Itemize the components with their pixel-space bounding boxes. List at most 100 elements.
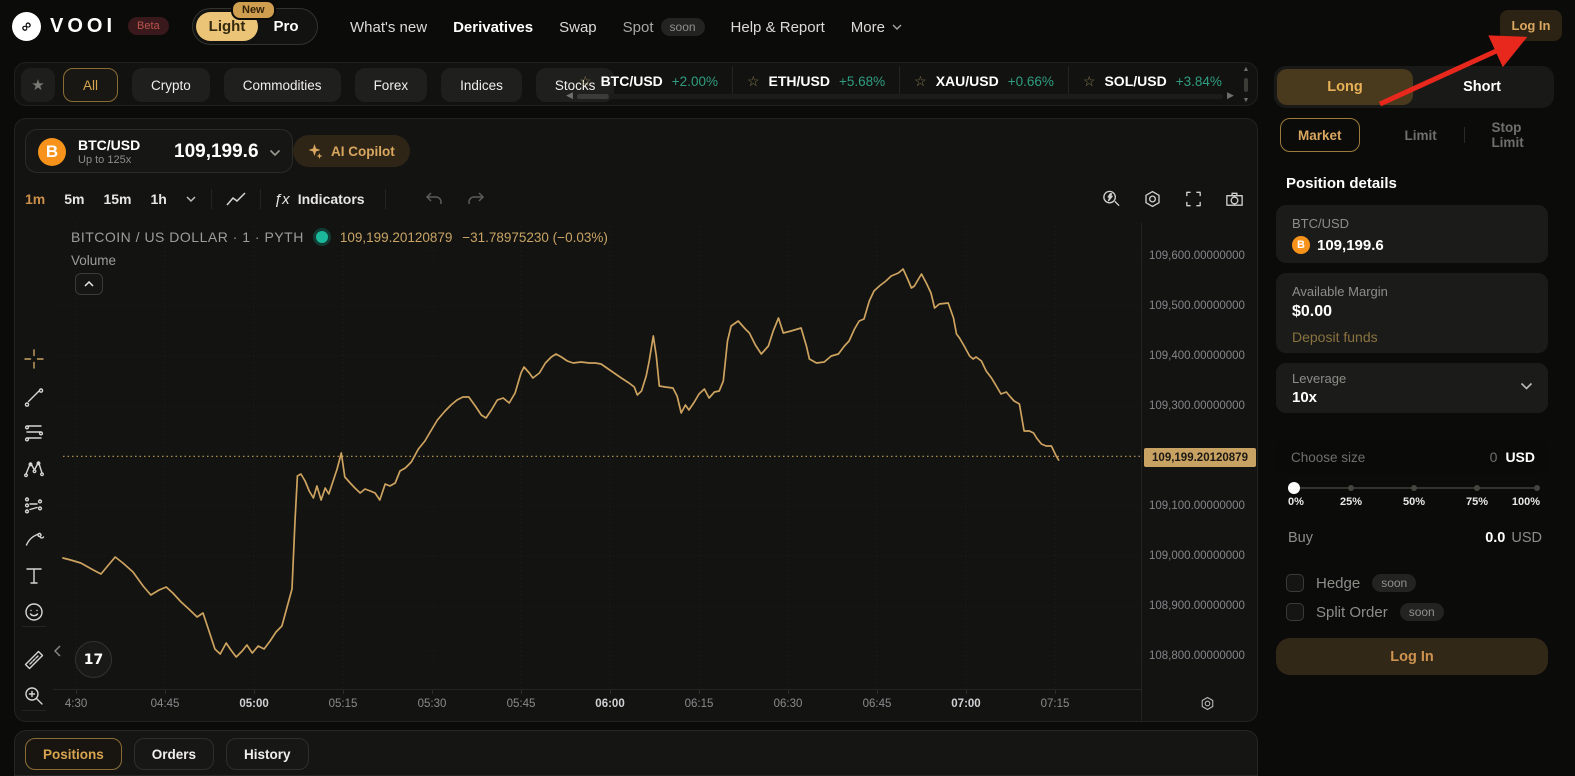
price-tick: 109,100.00000000 [1149, 500, 1245, 512]
text-icon[interactable] [23, 565, 45, 587]
brand-wordmark: VOOI [50, 15, 116, 38]
login-button-top[interactable]: Log In [1500, 10, 1562, 41]
nav-item-swap[interactable]: Swap [559, 19, 597, 36]
drawing-toolbar [15, 223, 53, 721]
category-tab-forex[interactable]: Forex [355, 68, 428, 102]
ticker-item[interactable]: ☆BTC/USD+2.00% [565, 66, 733, 96]
ticker-scrollbar[interactable] [577, 94, 1223, 99]
panel-collapse-icon[interactable] [53, 645, 63, 657]
timeframe-chevron-icon[interactable] [186, 196, 196, 203]
tab-history[interactable]: History [226, 738, 309, 770]
positions-panel: Positions Orders History [14, 730, 1258, 776]
scroll-down-icon[interactable]: ▼ [1243, 97, 1250, 104]
ticker-change: +3.84% [1176, 74, 1222, 89]
order-type-limit[interactable]: Limit [1388, 118, 1454, 152]
indicators-button[interactable]: Indicators [298, 191, 365, 207]
settings-icon[interactable] [1142, 188, 1163, 210]
tradingview-logo[interactable]: 17 [75, 641, 112, 678]
nav-item-help-report[interactable]: Help & Report [731, 19, 825, 36]
undo-icon[interactable] [425, 191, 444, 207]
buy-value: 0.0 [1485, 530, 1505, 546]
crosshair-icon[interactable] [23, 348, 45, 370]
redo-icon[interactable] [466, 191, 485, 207]
order-type-market[interactable]: Market [1280, 118, 1360, 152]
ticker-item[interactable]: ☆XAU/USD+0.66% [900, 66, 1069, 96]
price-chart[interactable] [53, 223, 1141, 689]
nav-item-spot[interactable]: Spotsoon [623, 18, 705, 36]
leverage-card[interactable]: Leverage 10x [1276, 363, 1548, 413]
category-tab-indices[interactable]: Indices [441, 68, 522, 102]
short-tab[interactable]: Short [1413, 69, 1551, 105]
chart-type-line-icon[interactable] [225, 189, 247, 209]
position-details-title: Position details [1286, 175, 1397, 192]
ruler-icon[interactable] [23, 649, 45, 671]
favorites-star-button[interactable]: ★ [21, 68, 55, 102]
scroll-left-icon[interactable]: ◀ [566, 90, 573, 101]
ticker-change: +0.66% [1008, 74, 1054, 89]
price-tick: 109,600.00000000 [1149, 250, 1245, 262]
nav-item-what-s-new[interactable]: What's new [350, 19, 427, 36]
order-type-tabs: Market Limit Stop Limit [1280, 118, 1552, 152]
time-tick: 05:30 [418, 698, 447, 710]
emoji-icon[interactable] [23, 601, 45, 623]
timeframe-5m[interactable]: 5m [64, 191, 84, 207]
ticker-item[interactable]: ☆ETH/USD+5.68% [733, 66, 900, 96]
checkbox[interactable] [1286, 574, 1304, 592]
size-slider[interactable] [1288, 482, 1540, 494]
timeframe-15m[interactable]: 15m [103, 191, 131, 207]
quick-search-icon[interactable] [1101, 188, 1122, 210]
size-input[interactable] [1289, 449, 1482, 466]
camera-icon[interactable] [1224, 188, 1245, 210]
trend-line-icon[interactable] [23, 385, 45, 407]
deposit-funds-link[interactable]: Deposit funds [1292, 329, 1378, 345]
long-tab[interactable]: Long [1277, 69, 1413, 105]
timezone-gear-icon[interactable] [1199, 695, 1216, 712]
ticker-vertical-scroll[interactable]: ▲ ▼ [1239, 66, 1253, 104]
slider-label-50pct: 50% [1403, 496, 1425, 508]
tab-orders[interactable]: Orders [134, 738, 214, 770]
checkbox[interactable] [1286, 603, 1304, 621]
ticker-item[interactable]: ☆ SOL/USD +3.84% [1069, 66, 1233, 96]
vooi-logo-icon[interactable]: ∞ [12, 12, 41, 41]
brush-icon[interactable] [23, 529, 45, 551]
login-button-panel[interactable]: Log In [1276, 638, 1548, 675]
symbol-card-price: 109,199.6 [1317, 237, 1384, 254]
ticker-symbol: SOL/USD [1104, 73, 1166, 89]
legend-change: −31.78975230 (−0.03%) [462, 230, 608, 245]
volume-collapse-button[interactable] [75, 273, 103, 295]
timeframe-1h[interactable]: 1h [151, 191, 167, 207]
time-tick: 06:30 [774, 698, 803, 710]
slider-knob[interactable] [1288, 482, 1300, 494]
timeframe-1m[interactable]: 1m [25, 191, 45, 207]
zoom-in-icon[interactable] [23, 685, 45, 707]
forecast-icon[interactable] [23, 493, 45, 515]
time-tick: 06:00 [595, 698, 624, 710]
fx-icon[interactable]: ƒx [274, 191, 290, 208]
available-margin-label: Available Margin [1292, 284, 1388, 299]
star-icon[interactable]: ☆ [914, 73, 927, 90]
time-axis[interactable]: 4:3004:4505:0005:1505:3005:4506:0006:150… [53, 689, 1141, 722]
vscroll-thumb[interactable] [1244, 78, 1248, 92]
star-icon[interactable]: ☆ [1083, 73, 1096, 90]
fib-retracement-icon[interactable] [23, 421, 45, 443]
star-icon[interactable]: ☆ [747, 73, 760, 90]
scroll-right-icon[interactable]: ▶ [1227, 90, 1234, 101]
price-tick: 109,500.00000000 [1149, 300, 1245, 312]
star-icon[interactable]: ☆ [579, 73, 592, 90]
tab-positions[interactable]: Positions [25, 738, 122, 770]
slider-labels: 0%25%50%75%100% [1288, 496, 1540, 510]
nav-item-derivatives[interactable]: Derivatives [453, 19, 533, 36]
order-type-stop-limit[interactable]: Stop Limit [1474, 118, 1552, 152]
category-tab-crypto[interactable]: Crypto [132, 68, 210, 102]
category-tab-all[interactable]: All [63, 68, 118, 102]
category-tab-commodities[interactable]: Commodities [224, 68, 341, 102]
nav-item-more[interactable]: More [851, 19, 902, 36]
ui-mode-toggle[interactable]: Light Pro New [192, 8, 318, 45]
ticker-scrollbar-thumb[interactable] [577, 94, 609, 99]
scroll-up-icon[interactable]: ▲ [1243, 66, 1250, 73]
ai-copilot-button[interactable]: AI Copilot [293, 135, 410, 167]
fullscreen-icon[interactable] [1183, 188, 1204, 210]
price-axis[interactable]: 109,600.00000000109,500.00000000109,400.… [1141, 223, 1258, 721]
instrument-selector[interactable]: B BTC/USD Up to 125x 109,199.6 [25, 129, 293, 173]
xabcd-pattern-icon[interactable] [23, 457, 45, 479]
